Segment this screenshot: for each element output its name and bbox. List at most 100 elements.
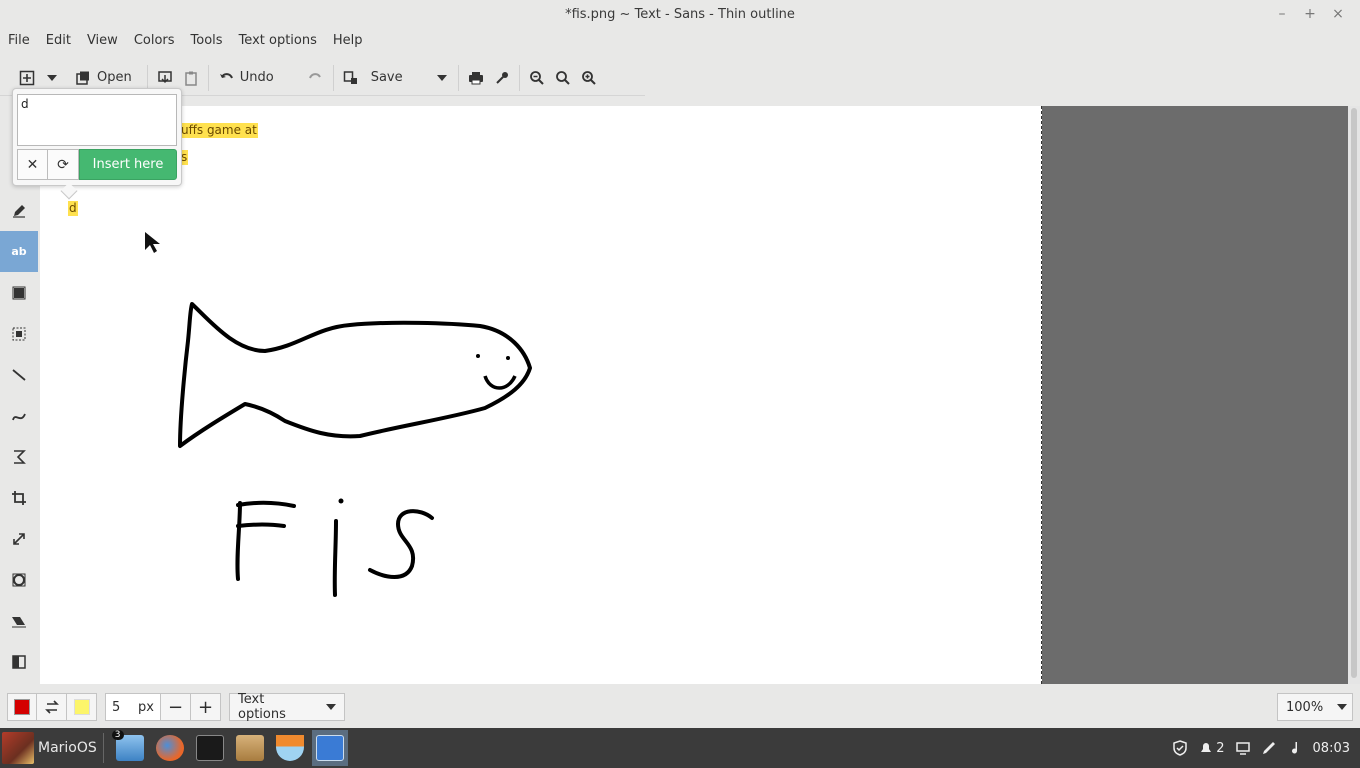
taskbar-game[interactable] xyxy=(272,730,308,766)
zoom-dropdown[interactable]: 100% xyxy=(1277,693,1353,721)
taskbar-separator xyxy=(102,733,104,763)
tool-selection[interactable] xyxy=(0,313,38,354)
mouse-cursor-icon xyxy=(145,232,160,253)
print-icon xyxy=(468,71,483,84)
menu-text-options[interactable]: Text options xyxy=(231,30,325,52)
tool-curve[interactable] xyxy=(0,395,38,436)
tool-line[interactable] xyxy=(0,354,38,395)
menu-file[interactable]: File xyxy=(0,30,38,52)
fish-eye-right xyxy=(506,356,510,360)
text-entry-input[interactable] xyxy=(17,94,177,146)
scrollbar-thumb[interactable] xyxy=(1351,108,1357,678)
canvas-viewport: uffs game at s d xyxy=(40,106,1348,684)
tool-pencil[interactable] xyxy=(0,190,38,231)
menu-view[interactable]: View xyxy=(79,30,126,52)
firefox-icon xyxy=(155,735,184,761)
tool-text[interactable]: ab xyxy=(0,231,38,272)
notifications-tray[interactable]: 2 xyxy=(1198,740,1225,756)
main-color-button[interactable] xyxy=(7,693,37,721)
size-increase-button[interactable]: + xyxy=(191,693,221,721)
tool-filters[interactable] xyxy=(0,641,38,682)
swap-icon xyxy=(44,700,59,714)
menu-colors[interactable]: Colors xyxy=(126,30,183,52)
plus-icon: + xyxy=(197,696,214,718)
menu-help[interactable]: Help xyxy=(325,30,371,52)
close-window-button[interactable]: × xyxy=(1324,4,1352,24)
zoom-out-icon xyxy=(529,70,544,85)
secondary-color-swatch xyxy=(73,699,90,715)
free-shape-icon xyxy=(14,449,26,464)
exchange-colors-button[interactable] xyxy=(37,693,67,721)
window-title: *fis.png ~ Text - Sans - Thin outline xyxy=(565,6,795,22)
system-taskbar: MarioOS 3 2 08:03 xyxy=(0,728,1360,768)
shield-icon[interactable] xyxy=(1172,740,1188,756)
game-icon xyxy=(275,735,304,761)
drawing-app-icon xyxy=(315,735,344,761)
taskbar-archive[interactable] xyxy=(232,730,268,766)
import-icon xyxy=(157,70,172,83)
taskbar-files[interactable]: 3 xyxy=(111,730,148,766)
size-spinbutton[interactable]: 5 px xyxy=(105,693,161,721)
tool-rotate[interactable] xyxy=(0,559,38,600)
text-options-dropdown[interactable]: Text options xyxy=(229,692,345,722)
color-picker-tool-button[interactable] xyxy=(489,63,515,93)
chevron-down-icon xyxy=(47,74,57,81)
rotate-text-button[interactable]: ⟳ xyxy=(48,149,79,180)
curve-icon xyxy=(12,413,26,420)
size-value: 5 xyxy=(112,699,121,715)
undo-button[interactable]: Undo xyxy=(213,63,285,93)
menu-edit[interactable]: Edit xyxy=(38,30,79,52)
display-icon[interactable] xyxy=(1235,740,1251,756)
zoom-in-button[interactable] xyxy=(576,63,602,93)
notification-icon xyxy=(1201,743,1212,752)
main-color-swatch xyxy=(14,699,30,715)
zoom-fit-icon xyxy=(555,70,570,85)
start-label: MarioOS xyxy=(38,740,97,756)
zoom-fit-button[interactable] xyxy=(550,63,576,93)
notification-count: 2 xyxy=(1216,740,1225,756)
tool-free-shape[interactable] xyxy=(0,436,38,477)
terminal-icon xyxy=(195,735,224,761)
text-entry-popover: ✕ ⟳ Insert here xyxy=(12,88,182,200)
save-label: Save xyxy=(370,70,403,85)
taskbar-drawing[interactable] xyxy=(311,730,348,766)
toolbar-separator xyxy=(518,64,520,91)
text-options-label: Text options xyxy=(238,692,286,722)
tool-rectangle[interactable] xyxy=(0,272,38,313)
system-tray: 2 08:03 xyxy=(1172,728,1350,768)
insert-here-button[interactable]: Insert here xyxy=(79,149,177,180)
volume-music-icon[interactable] xyxy=(1287,740,1303,756)
secondary-color-button[interactable] xyxy=(67,693,97,721)
cancel-text-button[interactable]: ✕ xyxy=(17,149,48,180)
save-menu-dropdown[interactable] xyxy=(430,63,454,93)
start-menu-button[interactable]: MarioOS xyxy=(0,728,97,768)
taskbar-firefox[interactable] xyxy=(152,730,188,766)
save-button[interactable]: Save xyxy=(338,63,414,93)
title-bar: *fis.png ~ Text - Sans - Thin outline – … xyxy=(0,0,1360,28)
maximize-button[interactable]: + xyxy=(1296,4,1324,24)
open-icon xyxy=(76,71,89,85)
size-decrease-button[interactable]: − xyxy=(161,693,191,721)
filters-icon xyxy=(12,654,26,669)
drawing-canvas[interactable]: uffs game at s d xyxy=(40,106,1042,684)
zoom-out-button[interactable] xyxy=(524,63,550,93)
pen-tray-icon[interactable] xyxy=(1261,740,1277,756)
menu-tools[interactable]: Tools xyxy=(183,30,231,52)
tool-crop[interactable] xyxy=(0,477,38,518)
tool-skew[interactable] xyxy=(0,600,38,641)
refresh-icon: ⟳ xyxy=(57,156,69,173)
tool-palette: ab xyxy=(0,190,38,682)
paste-button[interactable] xyxy=(178,63,204,93)
save-icon xyxy=(343,70,357,84)
popover-actions: ✕ ⟳ Insert here xyxy=(17,149,177,180)
vertical-scrollbar[interactable] xyxy=(1348,106,1360,684)
redo-button[interactable] xyxy=(303,63,329,93)
taskbar-terminal[interactable] xyxy=(192,730,228,766)
print-button[interactable] xyxy=(463,63,489,93)
clock[interactable]: 08:03 xyxy=(1313,741,1350,756)
minimize-button[interactable]: – xyxy=(1268,4,1296,24)
skew-icon xyxy=(12,616,26,627)
selection-icon xyxy=(12,327,26,340)
tool-scale[interactable] xyxy=(0,518,38,559)
archive-icon xyxy=(235,735,264,761)
